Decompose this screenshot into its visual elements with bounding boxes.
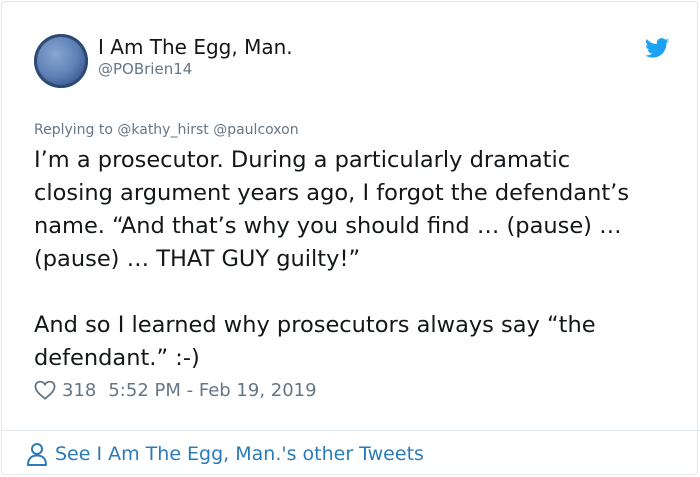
embedded-tweet-card: I Am The Egg, Man. @POBrien14 Replying t… (1, 1, 700, 475)
heart-icon[interactable] (34, 380, 56, 400)
tweet-text-line: defendant.” :-) (34, 345, 200, 371)
other-tweets-link[interactable]: See I Am The Egg, Man.'s other Tweets (26, 440, 424, 468)
twitter-bird-icon[interactable] (645, 38, 669, 58)
like-count[interactable]: 318 (62, 380, 96, 401)
other-tweets-label[interactable]: See I Am The Egg, Man.'s other Tweets (55, 443, 424, 465)
author-handle[interactable]: @POBrien14 (98, 60, 192, 78)
tweet-text-line: closing argument years ago, I forgot the… (34, 180, 630, 206)
tweet-text-line: And so I learned why prosecutors always … (34, 312, 596, 338)
tweet-meta: 318 5:52 PM - Feb 19, 2019 (34, 378, 317, 402)
person-icon (27, 443, 47, 466)
tweet-text-line: name. “And that’s why you should find … … (34, 213, 622, 239)
avatar[interactable] (34, 34, 88, 88)
divider (3, 430, 700, 431)
author-display-name[interactable]: I Am The Egg, Man. (98, 35, 293, 59)
tweet-text-line: I’m a prosecutor. During a particularly … (34, 147, 571, 173)
tweet-text-line: (pause) … THAT GUY guilty!” (34, 246, 361, 272)
tweet-text: I’m a prosecutor. During a particularly … (34, 144, 674, 375)
tweet-timestamp[interactable]: 5:52 PM - Feb 19, 2019 (108, 380, 316, 401)
replying-to: Replying to @kathy_hirst @paulcoxon (34, 122, 299, 138)
